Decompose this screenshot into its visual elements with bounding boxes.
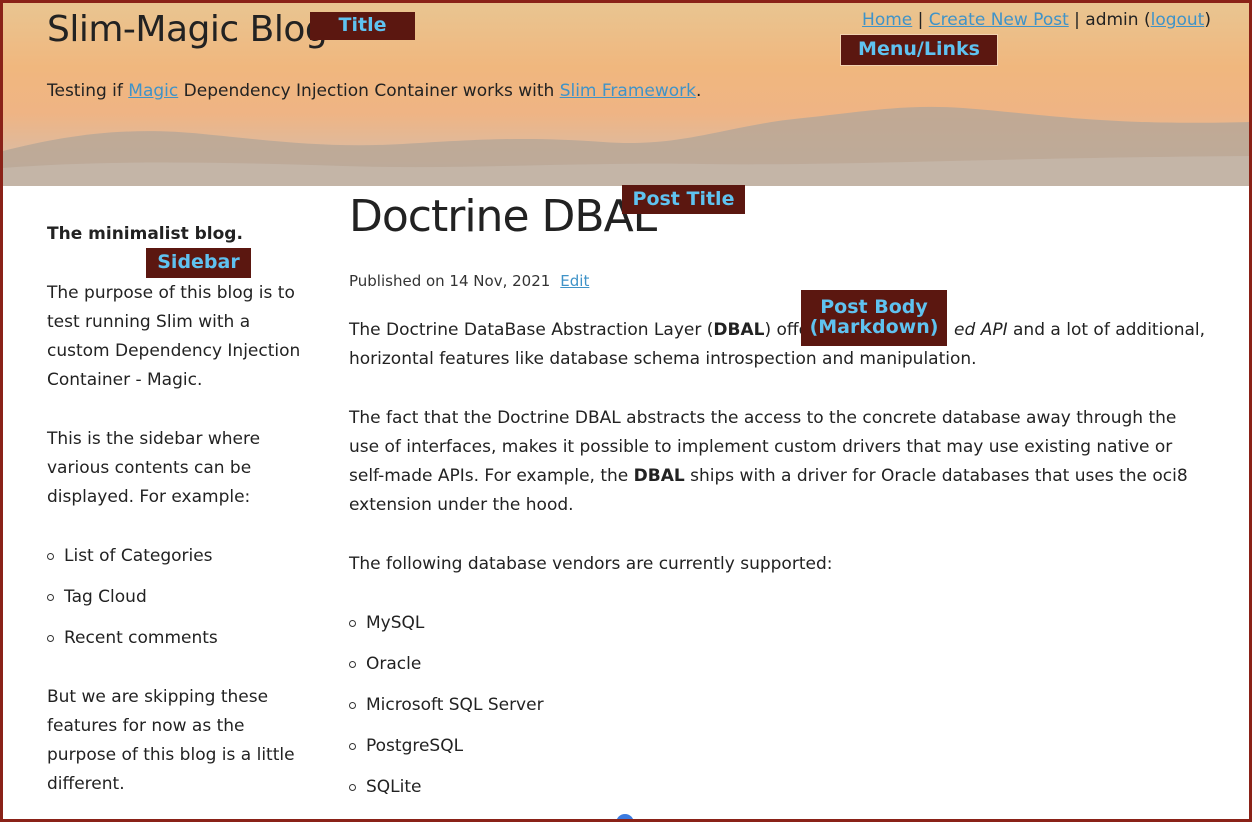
edit-post-link[interactable]: Edit	[560, 272, 589, 290]
tagline-text: Dependency Injection Container works wit…	[178, 81, 560, 101]
annotation-post-body-line: (Markdown)	[809, 316, 939, 338]
sidebar-list-item: Tag Cloud	[47, 583, 307, 612]
mountain-backdrop	[3, 106, 1249, 186]
annotation-title: Title	[310, 12, 415, 40]
sidebar: The minimalist blog. The purpose of this…	[47, 208, 307, 819]
sidebar-paragraph: The purpose of this blog is to test runn…	[47, 283, 301, 390]
post-content: Doctrine DBAL Published on 14 Nov, 2021 E…	[349, 188, 1209, 819]
nav-user-label: | admin (	[1068, 10, 1151, 30]
nav-close-paren: )	[1204, 10, 1211, 30]
post-text: The Doctrine DataBase Abstraction Layer …	[349, 320, 714, 340]
post-meta: Published on 14 Nov, 2021 Edit	[349, 272, 1209, 290]
post-paragraph: The Doctrine DataBase Abstraction Layer …	[349, 316, 1209, 374]
magic-link[interactable]: Magic	[128, 81, 178, 101]
site-tagline: Testing if Magic Dependency Injection Co…	[47, 81, 701, 101]
post-body: The Doctrine DataBase Abstraction Layer …	[349, 316, 1209, 802]
post-paragraph: The following database vendors are curre…	[349, 554, 833, 574]
annotation-post-title: Post Title	[622, 185, 745, 214]
post-bold-text: DBAL	[633, 466, 685, 486]
nav-links: Home | Create New Post | admin (logout)	[862, 10, 1211, 30]
vendor-list-item: Oracle	[349, 650, 1209, 679]
post-bold-text: DBAL	[713, 320, 765, 340]
published-date: Published on 14 Nov, 2021	[349, 272, 551, 290]
vendor-list: MySQL Oracle Microsoft SQL Server Postgr…	[349, 609, 1209, 802]
nav-separator: |	[912, 10, 929, 30]
annotation-menu: Menu/Links	[840, 34, 998, 66]
vendor-list-item: MySQL	[349, 609, 1209, 638]
post-paragraph: The fact that the Doctrine DBAL abstract…	[349, 404, 1209, 520]
sidebar-paragraph: But we are skipping these features for n…	[47, 687, 295, 794]
sidebar-heading: The minimalist blog.	[47, 224, 243, 244]
annotation-sidebar: Sidebar	[146, 248, 251, 278]
tagline-text: Testing if	[47, 81, 129, 101]
vendor-list-item: SQLite	[349, 773, 1209, 802]
annotation-post-body-line: Post Body	[820, 296, 928, 319]
slim-framework-link[interactable]: Slim Framework	[560, 81, 696, 101]
annotation-post-body: Post Body (Markdown)	[801, 290, 947, 346]
site-title[interactable]: Slim-Magic Blog	[47, 9, 328, 50]
site-header: Slim-Magic Blog Home | Create New Post |…	[3, 3, 1249, 186]
sidebar-list: List of Categories Tag Cloud Recent comm…	[47, 542, 307, 653]
sidebar-list-item: List of Categories	[47, 542, 307, 571]
browser-page: Slim-Magic Blog Home | Create New Post |…	[0, 0, 1252, 822]
post-title: Doctrine DBAL	[349, 191, 657, 242]
vendor-list-item: Microsoft SQL Server	[349, 691, 1209, 720]
vendor-list-item: PostgreSQL	[349, 732, 1209, 761]
sidebar-list-item: Recent comments	[47, 624, 307, 653]
sidebar-paragraph: This is the sidebar where various conten…	[47, 429, 261, 507]
tagline-text: .	[696, 81, 702, 101]
nav-logout-link[interactable]: logout	[1151, 10, 1205, 30]
post-italic-text: ed API	[954, 320, 1008, 340]
nav-home-link[interactable]: Home	[862, 10, 912, 30]
nav-create-post-link[interactable]: Create New Post	[929, 10, 1069, 30]
